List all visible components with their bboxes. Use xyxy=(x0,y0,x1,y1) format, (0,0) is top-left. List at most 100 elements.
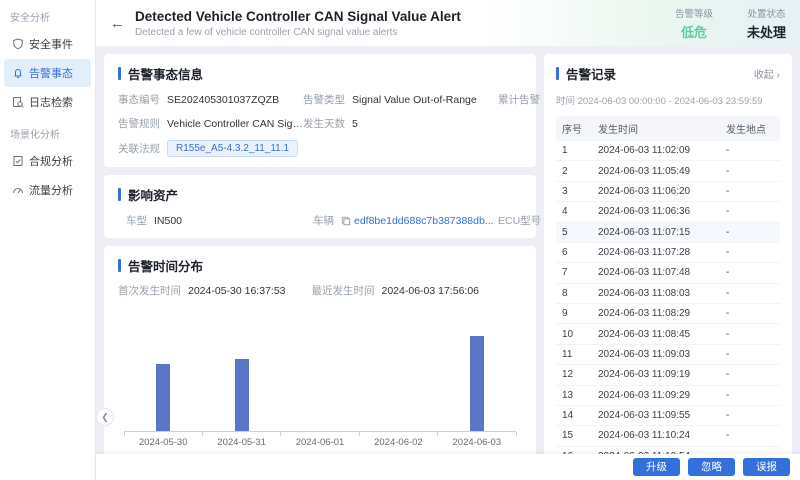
col-header-location: 发生地点 xyxy=(720,116,780,141)
record-time: 2024-06-03 11:08:03 xyxy=(592,283,720,303)
record-no: 3 xyxy=(556,181,592,201)
ignore-button[interactable]: 忽略 xyxy=(688,458,735,477)
false-positive-button[interactable]: 误报 xyxy=(743,458,790,477)
record-location: - xyxy=(720,181,780,201)
page-title: Detected Vehicle Controller CAN Signal V… xyxy=(135,9,641,24)
sidebar-item-traffic-analysis[interactable]: 流量分析 xyxy=(4,176,91,204)
record-time: 2024-06-03 11:07:28 xyxy=(592,242,720,262)
record-row[interactable]: 32024-06-03 11:06:20- xyxy=(556,181,780,201)
record-location: - xyxy=(720,405,780,425)
collapse-records-link[interactable]: 收起 › xyxy=(754,66,780,81)
record-no: 2 xyxy=(556,161,592,181)
status-block: 处置状态 未处理 xyxy=(747,6,786,41)
chart-x-tick-label: 2024-06-01 xyxy=(281,437,359,448)
sidebar-item-label: 安全事件 xyxy=(29,36,73,52)
shield-icon xyxy=(12,38,24,50)
records-time-range: 时间 2024-06-03 00:00:00 - 2024-06-03 23:5… xyxy=(556,93,780,107)
record-time: 2024-06-03 11:05:49 xyxy=(592,161,720,181)
record-location: - xyxy=(720,263,780,283)
escalate-button[interactable]: 升级 xyxy=(633,458,680,477)
chart-x-tick-label: 2024-06-02 xyxy=(359,437,437,448)
main-column: 告警事态信息 事态编号 SE202405301037ZQZB 告警类型 Sign… xyxy=(104,54,536,472)
chart-bar-slot xyxy=(124,312,202,431)
panel-event-info-title: 告警事态信息 xyxy=(128,64,203,83)
record-time: 2024-06-03 11:08:29 xyxy=(592,304,720,324)
content-area: 告警事态信息 事态编号 SE202405301037ZQZB 告警类型 Sign… xyxy=(96,46,800,480)
copy-icon[interactable] xyxy=(341,216,351,226)
chart-x-tick-label: 2024-06-03 xyxy=(438,437,516,448)
record-row[interactable]: 112024-06-03 11:09:03- xyxy=(556,344,780,364)
record-no: 6 xyxy=(556,242,592,262)
record-time: 2024-06-03 11:10:24 xyxy=(592,426,720,446)
record-row[interactable]: 92024-06-03 11:08:29- xyxy=(556,304,780,324)
record-no: 15 xyxy=(556,426,592,446)
regulation-tag[interactable]: R155e_A5-4.3.2_11_11.1 xyxy=(167,140,298,157)
record-row[interactable]: 72024-06-03 11:07:48- xyxy=(556,263,780,283)
sidebar: 安全分析安全事件告警事态日志检索场景化分析合规分析流量分析 xyxy=(0,0,96,480)
field-label: 事态编号 xyxy=(118,92,160,107)
record-row[interactable]: 82024-06-03 11:08:03- xyxy=(556,283,780,303)
sidebar-item-compliance-analysis[interactable]: 合规分析 xyxy=(4,147,91,175)
record-row[interactable]: 102024-06-03 11:08:45- xyxy=(556,324,780,344)
record-row[interactable]: 142024-06-03 11:09:55- xyxy=(556,405,780,425)
record-no: 10 xyxy=(556,324,592,344)
record-location: - xyxy=(720,222,780,242)
record-time: 2024-06-03 11:07:15 xyxy=(592,222,720,242)
sidebar-item-label: 告警事态 xyxy=(29,65,73,81)
sidebar-item-log-search[interactable]: 日志检索 xyxy=(4,88,91,116)
right-column: 告警记录 收起 › 时间 2024-06-03 00:00:00 - 2024-… xyxy=(544,54,792,472)
record-row[interactable]: 122024-06-03 11:09:19- xyxy=(556,365,780,385)
first-time-label: 首次发生时间 xyxy=(118,283,181,298)
back-arrow-icon[interactable]: ← xyxy=(110,16,125,31)
record-time: 2024-06-03 11:08:45 xyxy=(592,324,720,344)
chart-bar-slot xyxy=(281,312,359,431)
alert-type: Signal Value Out-of-Range xyxy=(352,94,477,106)
sidebar-item-alert-events[interactable]: 告警事态 xyxy=(4,59,91,87)
record-location: - xyxy=(720,242,780,262)
record-location: - xyxy=(720,324,780,344)
record-time: 2024-06-03 11:09:29 xyxy=(592,385,720,405)
field-label: 告警类型 xyxy=(303,92,345,107)
chart-bar xyxy=(235,359,249,431)
record-no: 9 xyxy=(556,304,592,324)
record-no: 7 xyxy=(556,263,592,283)
record-location: - xyxy=(720,304,780,324)
record-row[interactable]: 52024-06-03 11:07:15- xyxy=(556,222,780,242)
accent-bar xyxy=(118,188,121,201)
record-time: 2024-06-03 11:02:09 xyxy=(592,141,720,161)
vin-label: 车辆 xyxy=(313,213,334,228)
record-row[interactable]: 42024-06-03 11:06:36- xyxy=(556,202,780,222)
record-row[interactable]: 152024-06-03 11:10:24- xyxy=(556,426,780,446)
panel-records-title: 告警记录 xyxy=(566,64,616,83)
ecu-label: ECU型号 xyxy=(498,213,541,228)
regulation-label: 关联法规 xyxy=(118,141,160,156)
sidebar-collapse-toggle[interactable]: ❮ xyxy=(96,408,114,426)
sidebar-section-label: 安全分析 xyxy=(0,0,95,29)
log-search-icon xyxy=(12,96,24,108)
chart-x-tick-label: 2024-05-30 xyxy=(124,437,202,448)
records-table: 序号 发生时间 发生地点 12024-06-03 11:02:09-22024-… xyxy=(556,116,780,467)
model-label: 车型 xyxy=(126,213,147,228)
record-no: 4 xyxy=(556,202,592,222)
page-header: ← Detected Vehicle Controller CAN Signal… xyxy=(96,0,800,46)
record-no: 14 xyxy=(556,405,592,425)
sidebar-section-label: 场景化分析 xyxy=(0,117,95,146)
record-no: 1 xyxy=(556,141,592,161)
record-row[interactable]: 12024-06-03 11:02:09- xyxy=(556,141,780,161)
vehicle-id-link[interactable]: edf8be1dd688c7b387388db... xyxy=(354,215,494,227)
severity-block: 告警等级 低危 xyxy=(675,6,713,41)
sidebar-item-security-events[interactable]: 安全事件 xyxy=(4,30,91,58)
record-row[interactable]: 132024-06-03 11:09:29- xyxy=(556,385,780,405)
record-location: - xyxy=(720,365,780,385)
record-no: 8 xyxy=(556,283,592,303)
record-location: - xyxy=(720,385,780,405)
chart-x-tick-label: 2024-05-31 xyxy=(202,437,280,448)
panel-assets: 影响资产 车型 IN500 车辆 edf8be1dd688c7b387388db… xyxy=(104,175,536,238)
record-row[interactable]: 22024-06-03 11:05:49- xyxy=(556,161,780,181)
status-label: 处置状态 xyxy=(747,6,786,20)
accent-bar xyxy=(118,259,121,272)
chart-bar xyxy=(156,364,170,431)
record-row[interactable]: 62024-06-03 11:07:28- xyxy=(556,242,780,262)
record-no: 13 xyxy=(556,385,592,405)
field-label: 累计告警 xyxy=(498,92,540,107)
